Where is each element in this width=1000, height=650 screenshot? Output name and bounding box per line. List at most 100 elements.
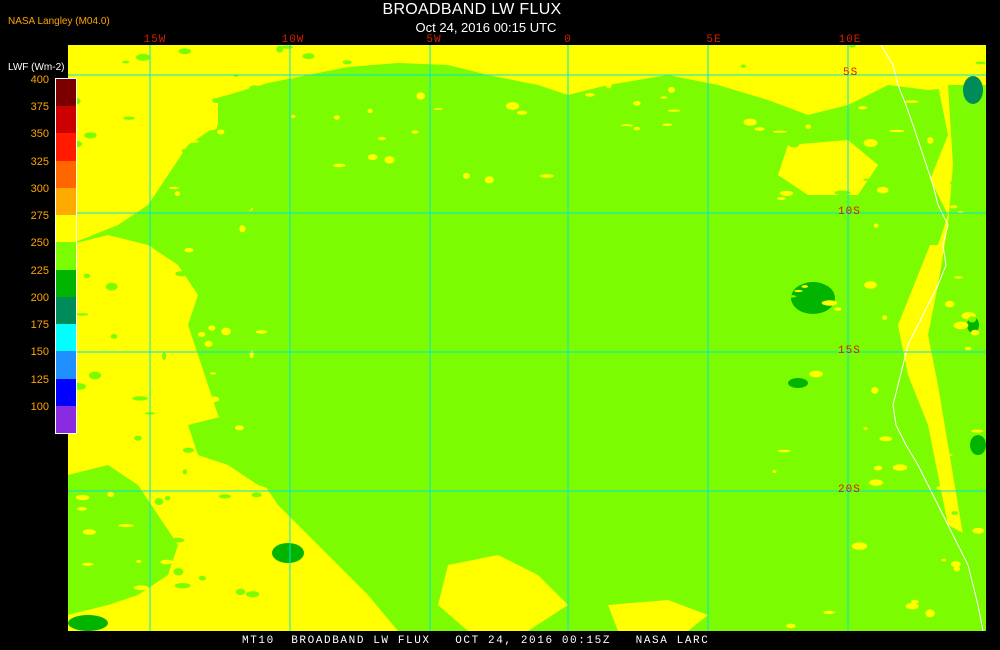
cloud-speckle (783, 295, 797, 298)
cloud-speckle (871, 441, 887, 446)
cloud-speckle (142, 622, 158, 629)
cloud-speckle (209, 372, 217, 375)
cloud-speckle (864, 281, 877, 289)
cloud-speckle (873, 465, 883, 471)
cloud-speckle (801, 285, 809, 288)
cloud-speckle (777, 197, 786, 201)
cloud-speckle (842, 564, 856, 568)
cloud-speckle (263, 128, 274, 134)
cloud-speckle (122, 410, 130, 419)
cloud-speckle (506, 102, 520, 110)
cloud-speckle (668, 86, 675, 93)
cloud-speckle (212, 98, 221, 103)
cloud-speckle (208, 325, 216, 331)
footer-caption: MT10 BROADBAND LW FLUX OCT 24, 2016 00:1… (242, 635, 710, 647)
cloud-speckle (234, 425, 244, 431)
cloud-speckle (110, 334, 118, 339)
cloud-speckle (524, 121, 531, 126)
color-scale-label-300: 300 (30, 182, 49, 195)
dark-green-cell-1 (791, 282, 835, 314)
color-scale-label-200: 200 (30, 291, 49, 304)
cloud-speckle (125, 287, 137, 294)
lon-label-10w: 10W (281, 34, 305, 46)
color-scale-swatch-125 (56, 378, 76, 406)
cloud-speckle (416, 92, 426, 100)
cloud-speckle (147, 250, 153, 254)
cloud-speckle (949, 205, 958, 209)
cloud-speckle (764, 278, 773, 286)
cloud-speckle (925, 609, 935, 618)
cloud-speckle (462, 172, 470, 179)
cloud-speckle (171, 200, 183, 206)
cloud-speckle (287, 71, 296, 79)
cloud-speckle (918, 463, 926, 468)
color-scale-bar (55, 78, 77, 434)
cloud-speckle (89, 200, 102, 208)
cloud-speckle (83, 273, 91, 278)
cloud-speckle (925, 188, 931, 191)
cloud-speckle (954, 276, 963, 279)
cloud-speckle (834, 190, 851, 196)
cloud-speckle (136, 53, 151, 61)
cloud-speckle (235, 203, 252, 212)
cloud-speckle (787, 459, 797, 466)
cloud-speckle (813, 402, 818, 408)
color-scale-label-400: 400 (30, 74, 49, 86)
color-scale-label-150: 150 (30, 346, 49, 359)
cloud-speckle (892, 464, 908, 471)
cloud-speckle (971, 429, 984, 433)
cloud-speckle (85, 132, 96, 135)
cloud-speckle (953, 321, 969, 330)
cloud-speckle (512, 175, 527, 184)
cloud-speckle (927, 137, 934, 144)
cloud-speckle (793, 200, 801, 209)
cloud-speckle (221, 327, 231, 336)
cloud-speckle (871, 387, 879, 394)
cloud-speckle (537, 62, 544, 69)
cloud-speckle (851, 542, 868, 550)
cloud-speckle (75, 494, 90, 501)
cloud-speckle (873, 223, 879, 228)
cloud-speckle (160, 559, 174, 565)
cloud-speckle (782, 578, 799, 584)
cloud-speckle (367, 154, 378, 161)
lat-label-10s: 10S (838, 206, 861, 218)
cloud-speckle (775, 68, 789, 73)
cloud-speckle (140, 245, 153, 250)
cloud-speckle (174, 583, 191, 589)
cloud-speckle (950, 585, 964, 591)
cloud-speckle (909, 552, 918, 560)
cloud-speckle (794, 289, 803, 293)
cloud-speckle (411, 130, 419, 134)
cloud-speckle (333, 115, 340, 120)
cloud-speckle (77, 507, 87, 511)
cloud-speckle (970, 329, 980, 336)
cloud-speckle (605, 81, 612, 89)
cloud-speckle (740, 64, 746, 68)
cloud-speckle (861, 560, 871, 566)
cloud-speckle (233, 484, 242, 490)
cloud-speckle (281, 45, 293, 49)
color-scale-label-250: 250 (30, 237, 49, 250)
cloud-speckle (75, 55, 87, 62)
cloud-speckle (235, 77, 241, 81)
cloud-speckle (905, 603, 919, 610)
cloud-speckle (924, 115, 939, 120)
cloud-speckle (823, 610, 836, 615)
cloud-speckle (863, 178, 870, 181)
cloud-speckle (949, 47, 960, 52)
cloud-speckle (863, 427, 868, 430)
cloud-speckle (107, 491, 115, 497)
cloud-speckle (162, 352, 167, 361)
cloud-speckle (777, 449, 791, 453)
dark-green-cell-5 (68, 615, 108, 631)
cloud-speckle (199, 556, 211, 564)
cloud-speckle (972, 527, 985, 534)
cloud-speckle (863, 139, 878, 147)
cloud-speckle (147, 97, 162, 100)
color-scale-swatch-150 (56, 351, 76, 379)
cloud-speckle (939, 384, 945, 387)
cloud-speckle (229, 534, 243, 540)
cloud-speckle (766, 508, 772, 515)
cloud-speckle (789, 547, 795, 550)
